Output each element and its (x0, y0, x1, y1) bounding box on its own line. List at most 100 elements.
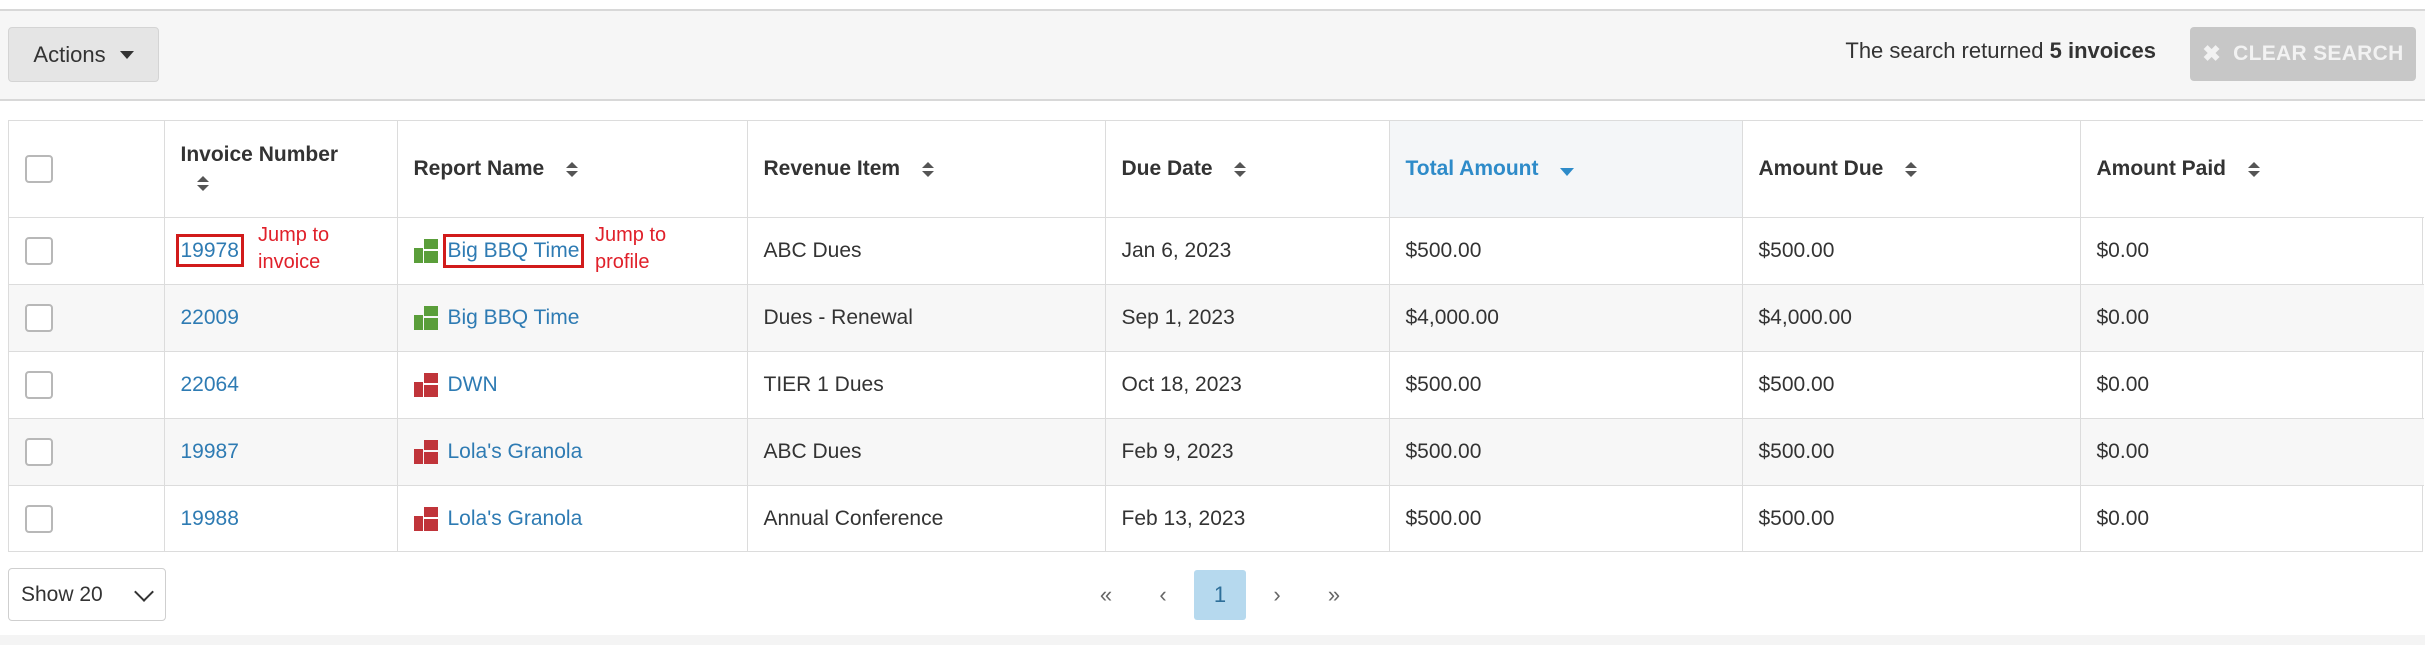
table-header-row: Invoice Number Report Name Revenue Item … (9, 121, 2424, 218)
org-blocks-icon (413, 373, 438, 397)
report-name-cell: Lola's Granola (396, 418, 748, 486)
revenue-item-cell: Dues - Renewal (746, 284, 1106, 352)
table-row: 19978 Big BBQ Time ABC Dues Jan 6, 2023 … (9, 217, 2424, 285)
header-total-amount-label: Total Amount (1405, 157, 1539, 180)
footer-strip (0, 635, 2425, 645)
sort-icon[interactable] (2247, 161, 2260, 177)
header-amount-due-label: Amount Due (1758, 157, 1884, 180)
search-summary-count: 5 invoices (2049, 38, 2156, 63)
invoice-link[interactable]: 19988 (181, 507, 239, 530)
first-page-button[interactable]: « (1080, 570, 1132, 620)
amount-due-cell: $500.00 (1741, 485, 2081, 552)
revenue-item-cell: ABC Dues (746, 217, 1106, 285)
amount-paid-cell: $0.00 (2079, 217, 2424, 285)
select-all-checkbox[interactable] (25, 155, 53, 183)
report-name-cell: Big BBQ Time (396, 217, 748, 285)
due-date-cell: Feb 9, 2023 (1104, 418, 1390, 486)
invoice-number-cell: 19988 (163, 485, 398, 552)
amount-paid-cell: $0.00 (2079, 418, 2424, 486)
sort-desc-icon[interactable] (1560, 168, 1575, 177)
total-amount-cell: $4,000.00 (1388, 284, 1743, 352)
actions-button[interactable]: Actions (8, 27, 159, 82)
row-checkbox[interactable] (25, 304, 53, 332)
row-checkbox[interactable] (25, 371, 53, 399)
clear-search-button[interactable]: ✖ CLEAR SEARCH (2190, 27, 2416, 81)
toolbar-divider (0, 99, 2425, 101)
revenue-item-cell: ABC Dues (746, 418, 1106, 486)
header-report-name-label: Report Name (413, 157, 545, 180)
header-amount-paid[interactable]: Amount Paid (2079, 121, 2424, 218)
row-select-cell (9, 485, 165, 552)
invoice-link[interactable]: 22064 (181, 373, 239, 396)
invoice-number-cell: 22064 (163, 351, 398, 419)
invoice-number-cell: 22009 (163, 284, 398, 352)
sort-icon[interactable] (921, 161, 934, 177)
revenue-item-cell: TIER 1 Dues (746, 351, 1106, 419)
due-date-cell: Oct 18, 2023 (1104, 351, 1390, 419)
jump-to-invoice-annotation: Jump to invoice (258, 222, 329, 276)
row-select-cell (9, 351, 165, 419)
sort-icon[interactable] (196, 175, 209, 191)
report-name-cell: DWN (396, 351, 748, 419)
last-page-button[interactable]: » (1308, 570, 1360, 620)
invoice-table: Invoice Number Report Name Revenue Item … (8, 120, 2424, 552)
header-invoice-number-label: Invoice Number (180, 143, 339, 166)
invoice-link[interactable]: 22009 (181, 306, 239, 329)
sort-icon[interactable] (1905, 161, 1918, 177)
org-blocks-icon (413, 239, 438, 263)
amount-paid-cell: $0.00 (2079, 351, 2424, 419)
amount-due-cell: $500.00 (1741, 418, 2081, 486)
org-blocks-icon (413, 507, 438, 531)
sort-icon[interactable] (1234, 161, 1247, 177)
next-page-button[interactable]: › (1251, 570, 1303, 620)
report-profile-link[interactable]: Big BBQ Time (448, 306, 580, 330)
org-blocks-icon (413, 440, 438, 464)
page-size-select[interactable]: Show 20 (8, 568, 166, 621)
header-invoice-number[interactable]: Invoice Number (163, 121, 398, 218)
header-due-date[interactable]: Due Date (1104, 121, 1390, 218)
invoice-link[interactable]: 19987 (181, 440, 239, 463)
table-row: 22064 DWN TIER 1 Dues Oct 18, 2023 $500.… (9, 351, 2424, 419)
total-amount-cell: $500.00 (1388, 485, 1743, 552)
page-size-label: Show 20 (21, 582, 103, 606)
clear-search-label: CLEAR SEARCH (2233, 42, 2404, 65)
report-profile-link[interactable]: Lola's Granola (448, 507, 583, 531)
report-name-cell: Big BBQ Time (396, 284, 748, 352)
total-amount-cell: $500.00 (1388, 418, 1743, 486)
row-select-cell (9, 418, 165, 486)
row-checkbox[interactable] (25, 438, 53, 466)
report-name-cell: Lola's Granola (396, 485, 748, 552)
row-checkbox[interactable] (25, 237, 53, 265)
due-date-cell: Sep 1, 2023 (1104, 284, 1390, 352)
row-select-cell (9, 284, 165, 352)
header-revenue-item-label: Revenue Item (763, 157, 901, 180)
total-amount-cell: $500.00 (1388, 351, 1743, 419)
annotation-line: Jump to (595, 224, 667, 246)
header-revenue-item[interactable]: Revenue Item (746, 121, 1106, 218)
header-report-name[interactable]: Report Name (396, 121, 748, 218)
header-amount-due[interactable]: Amount Due (1741, 121, 2081, 218)
caret-down-icon (119, 50, 134, 59)
annotation-line: Jump to (258, 224, 330, 246)
pagination: « ‹ 1 › » (1080, 570, 1365, 620)
invoice-link[interactable]: 19978 (175, 234, 244, 267)
report-profile-link[interactable]: DWN (448, 373, 498, 397)
select-all-header (9, 121, 165, 218)
row-checkbox[interactable] (25, 505, 53, 533)
prev-page-button[interactable]: ‹ (1137, 570, 1189, 620)
current-page-button[interactable]: 1 (1194, 570, 1246, 620)
amount-due-cell: $500.00 (1741, 351, 2081, 419)
amount-due-cell: $4,000.00 (1741, 284, 2081, 352)
header-total-amount[interactable]: Total Amount (1388, 121, 1743, 218)
actions-label: Actions (33, 41, 106, 67)
report-profile-link[interactable]: Lola's Granola (448, 440, 583, 464)
annotation-line: profile (595, 251, 650, 273)
sort-icon[interactable] (566, 161, 579, 177)
chevron-down-icon (134, 581, 154, 602)
amount-paid-cell: $0.00 (2079, 284, 2424, 352)
table-row: 22009 Big BBQ Time Dues - Renewal Sep 1,… (9, 284, 2424, 352)
header-amount-paid-label: Amount Paid (2096, 157, 2227, 180)
row-select-cell (9, 217, 165, 285)
search-summary: The search returned 5 invoices (1845, 38, 2156, 64)
report-profile-link[interactable]: Big BBQ Time (442, 234, 585, 268)
